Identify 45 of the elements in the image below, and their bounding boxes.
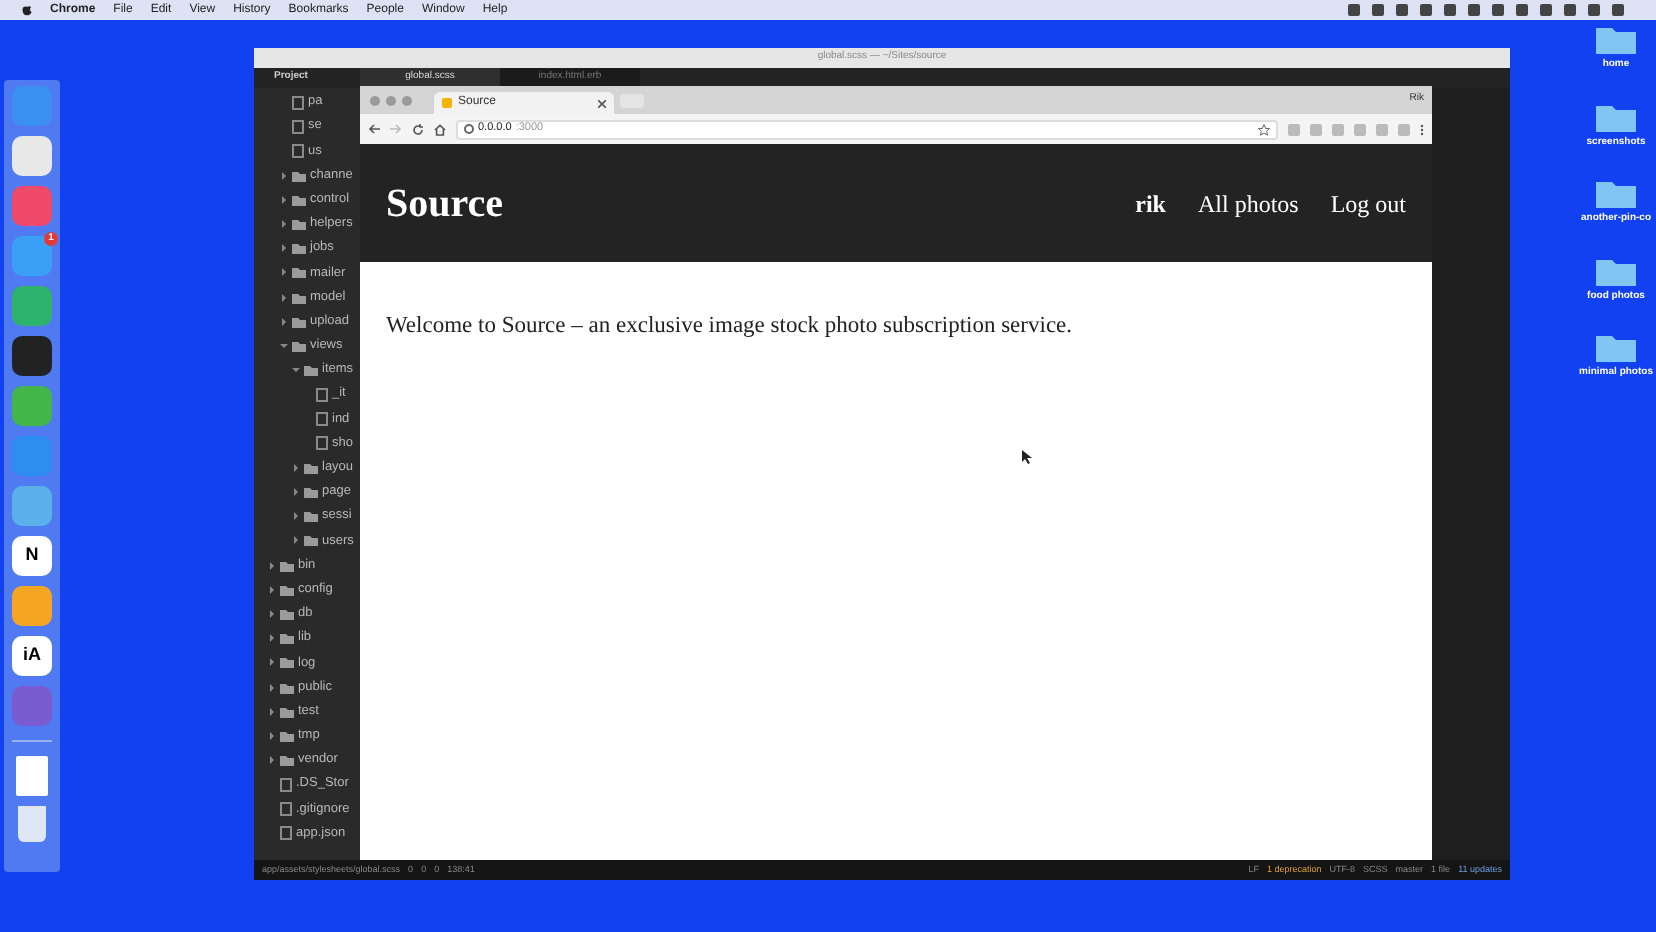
collapsed-caret-icon[interactable] [268,756,276,765]
app-icon[interactable]: iA [12,636,52,676]
app-icon[interactable] [12,336,52,376]
app-icon-letter: iA [23,642,41,669]
collapsed-caret-icon[interactable] [280,293,288,302]
collapsed-caret-icon[interactable] [280,171,288,180]
site-logo[interactable]: Source [386,173,504,233]
nav-link[interactable]: Log out [1330,185,1406,221]
collapsed-caret-icon[interactable] [268,561,276,570]
collapsed-caret-icon[interactable] [268,585,276,594]
collapsed-caret-icon[interactable] [268,634,276,643]
collapsed-caret-icon[interactable] [292,463,300,472]
close-icon[interactable] [598,99,606,107]
folder-icon[interactable] [1596,178,1636,208]
collapsed-caret-icon[interactable] [268,707,276,716]
collapsed-caret-icon[interactable] [292,512,300,521]
collapsed-caret-icon[interactable] [292,488,300,497]
collapsed-caret-icon[interactable] [280,268,288,277]
collapsed-caret-icon[interactable] [280,220,288,229]
folder-icon[interactable] [1595,255,1636,285]
apple-logo-icon[interactable] [22,4,32,16]
info-icon[interactable] [464,124,474,134]
back-icon[interactable] [368,124,380,134]
app-icon-letter: N [25,542,39,569]
app-icon[interactable]: N [12,536,52,576]
collapsed-caret-icon[interactable] [292,536,300,545]
star-icon[interactable] [1258,123,1270,135]
home-icon[interactable] [434,123,446,135]
folder-icon[interactable] [1596,24,1636,54]
folder-icon[interactable] [1596,332,1636,362]
favicon-icon [442,98,452,108]
collapsed-caret-icon[interactable] [268,610,276,619]
collapsed-caret-icon[interactable] [280,317,288,326]
collapsed-caret-icon[interactable] [268,731,276,740]
nav-link[interactable]: All photos [1197,185,1299,221]
mouse-cursor-icon [1022,450,1032,464]
app-icon[interactable] [12,136,52,176]
collapsed-caret-icon[interactable] [280,195,288,204]
nav-link[interactable]: rik [1135,185,1166,221]
welcome-text: Welcome to Source – an exclusive image stock photo subscription service. [386,312,1075,342]
folder-icon[interactable] [1596,101,1636,131]
collapsed-caret-icon[interactable] [268,683,276,692]
collapsed-caret-icon[interactable] [268,658,276,667]
collapsed-caret-icon[interactable] [280,244,288,253]
reload-icon[interactable] [412,123,424,135]
